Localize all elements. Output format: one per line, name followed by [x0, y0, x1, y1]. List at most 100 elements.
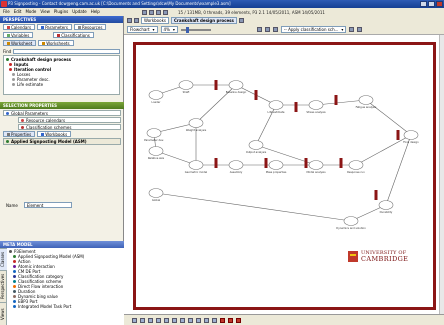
task-node[interactable]: Baseline design: [226, 80, 247, 95]
task-node[interactable]: Life estimate: [268, 100, 285, 115]
task-node-shape[interactable]: [188, 160, 204, 170]
action-bar[interactable]: [334, 95, 338, 105]
action-bar[interactable]: [304, 158, 308, 168]
vtab-classes[interactable]: Classes: [0, 248, 7, 270]
task-node-shape[interactable]: [348, 160, 364, 170]
ungroup-icon[interactable]: [188, 317, 193, 323]
task-node[interactable]: Stress analysis: [306, 100, 326, 115]
interaction-tool-icon[interactable]: [228, 317, 233, 323]
tab-worksheet[interactable]: Worksheet: [3, 40, 37, 46]
task-node[interactable]: Relative size: [148, 146, 165, 161]
zoom-slider[interactable]: [180, 26, 211, 33]
action-bar[interactable]: [214, 80, 218, 90]
close-button[interactable]: [436, 1, 443, 7]
task-node[interactable]: Loader: [148, 90, 164, 105]
action-bar[interactable]: [339, 158, 343, 168]
open-icon[interactable]: [142, 9, 147, 15]
forward-icon[interactable]: [134, 18, 139, 23]
global-parameters[interactable]: Global Parameters: [3, 110, 121, 116]
edge-tool-icon[interactable]: [204, 317, 209, 323]
tab-crankshaft-process[interactable]: Crankshaft design process: [170, 17, 237, 24]
task-node-shape[interactable]: [148, 90, 164, 100]
save-icon[interactable]: [149, 9, 154, 15]
port-tool-icon[interactable]: [236, 317, 241, 323]
tab-workbooks[interactable]: Workbooks: [37, 131, 72, 137]
print-icon[interactable]: [156, 9, 161, 15]
diagram-canvas[interactable]: Loader Shaft Parameter dev. Relative size Gl…: [124, 35, 444, 314]
task-node-shape[interactable]: [358, 95, 374, 105]
task-node-shape[interactable]: [188, 118, 204, 128]
export-icon[interactable]: [357, 27, 363, 32]
task-node-shape[interactable]: [343, 216, 359, 226]
action-tool-icon[interactable]: [220, 317, 225, 323]
view-type-select[interactable]: Flowchart ▾: [127, 26, 158, 33]
menu-edit[interactable]: Edit: [14, 8, 22, 16]
action-bar[interactable]: [264, 158, 268, 168]
action-bar[interactable]: [396, 130, 400, 140]
tab-properties[interactable]: Properties: [3, 131, 36, 137]
vtab-perspectives[interactable]: Perspectives: [0, 270, 7, 302]
undo-icon[interactable]: [163, 9, 168, 15]
task-node[interactable]: Mass properties: [266, 160, 287, 175]
task-node-shape[interactable]: [308, 160, 324, 170]
classification-select[interactable]: -- Apply classification sch... ▾: [280, 26, 347, 33]
tab-variables[interactable]: Variables: [3, 32, 34, 38]
task-node[interactable]: Parameter dev.: [144, 128, 164, 143]
task-node[interactable]: Shaft: [178, 80, 194, 95]
task-node-shape[interactable]: [228, 80, 244, 90]
task-node-shape[interactable]: [378, 200, 394, 210]
task-node-shape[interactable]: [146, 128, 162, 138]
tree-item[interactable]: Life estimate: [6, 82, 117, 87]
close-tab-icon[interactable]: [238, 18, 244, 23]
vertical-scrollbar[interactable]: [439, 35, 444, 314]
task-node-shape[interactable]: [268, 100, 284, 110]
task-node[interactable]: Fatigue analysis: [356, 95, 377, 110]
back-icon[interactable]: [127, 18, 132, 23]
menu-plugins[interactable]: Plugins: [54, 8, 68, 16]
action-bar[interactable]: [254, 90, 258, 100]
group-icon[interactable]: [180, 317, 185, 323]
action-bar[interactable]: [294, 102, 298, 112]
task-node-shape[interactable]: [148, 146, 164, 156]
tab-workbooks-doc[interactable]: Workbooks: [141, 17, 169, 24]
task-node-shape[interactable]: [248, 140, 264, 150]
pan-tool-icon[interactable]: [140, 317, 145, 323]
action-bar[interactable]: [214, 158, 218, 168]
prev-icon[interactable]: [264, 27, 270, 32]
zoom-slider-knob[interactable]: [185, 26, 189, 33]
find-input[interactable]: [13, 48, 120, 54]
lock-icon[interactable]: [256, 27, 262, 32]
text-tool-icon[interactable]: [148, 317, 153, 323]
tab-worksheets[interactable]: Worksheets: [38, 40, 74, 46]
next-icon[interactable]: [272, 27, 278, 32]
task-node[interactable]: Dynamics and solution: [336, 216, 366, 231]
task-node[interactable]: Durability: [378, 200, 394, 215]
node-tool-icon[interactable]: [196, 317, 201, 323]
layout-icon[interactable]: [349, 27, 355, 32]
task-node[interactable]: Global: [148, 188, 164, 203]
resource-calendars[interactable]: Resource calendars: [18, 117, 121, 123]
menu-mode[interactable]: Mode: [25, 8, 36, 16]
select-tool-icon[interactable]: [132, 317, 137, 323]
vtab-views[interactable]: Views: [0, 302, 7, 325]
menu-update[interactable]: Update: [72, 8, 87, 16]
classification-schemes[interactable]: Classification schemes: [18, 124, 121, 130]
minimize-button[interactable]: [420, 1, 427, 7]
task-node-shape[interactable]: [148, 188, 164, 198]
align-icon[interactable]: [164, 317, 169, 323]
task-node-shape[interactable]: [178, 80, 194, 90]
tab-resources[interactable]: Resources: [73, 24, 107, 30]
name-input[interactable]: Element: [23, 202, 72, 208]
task-node-shape[interactable]: [268, 160, 284, 170]
task-node[interactable]: Weight analysis: [186, 118, 207, 133]
tab-calendars[interactable]: Calendars: [3, 24, 36, 30]
task-node-shape[interactable]: [228, 160, 244, 170]
task-node[interactable]: Assembly: [228, 160, 244, 175]
menu-help[interactable]: Help: [91, 8, 100, 16]
distribute-icon[interactable]: [172, 317, 177, 323]
maximize-button[interactable]: [428, 1, 435, 7]
menu-file[interactable]: File: [3, 8, 10, 16]
menu-view[interactable]: View: [40, 8, 50, 16]
tab-parameters[interactable]: Parameters: [37, 24, 72, 30]
task-node-shape[interactable]: [403, 130, 419, 140]
